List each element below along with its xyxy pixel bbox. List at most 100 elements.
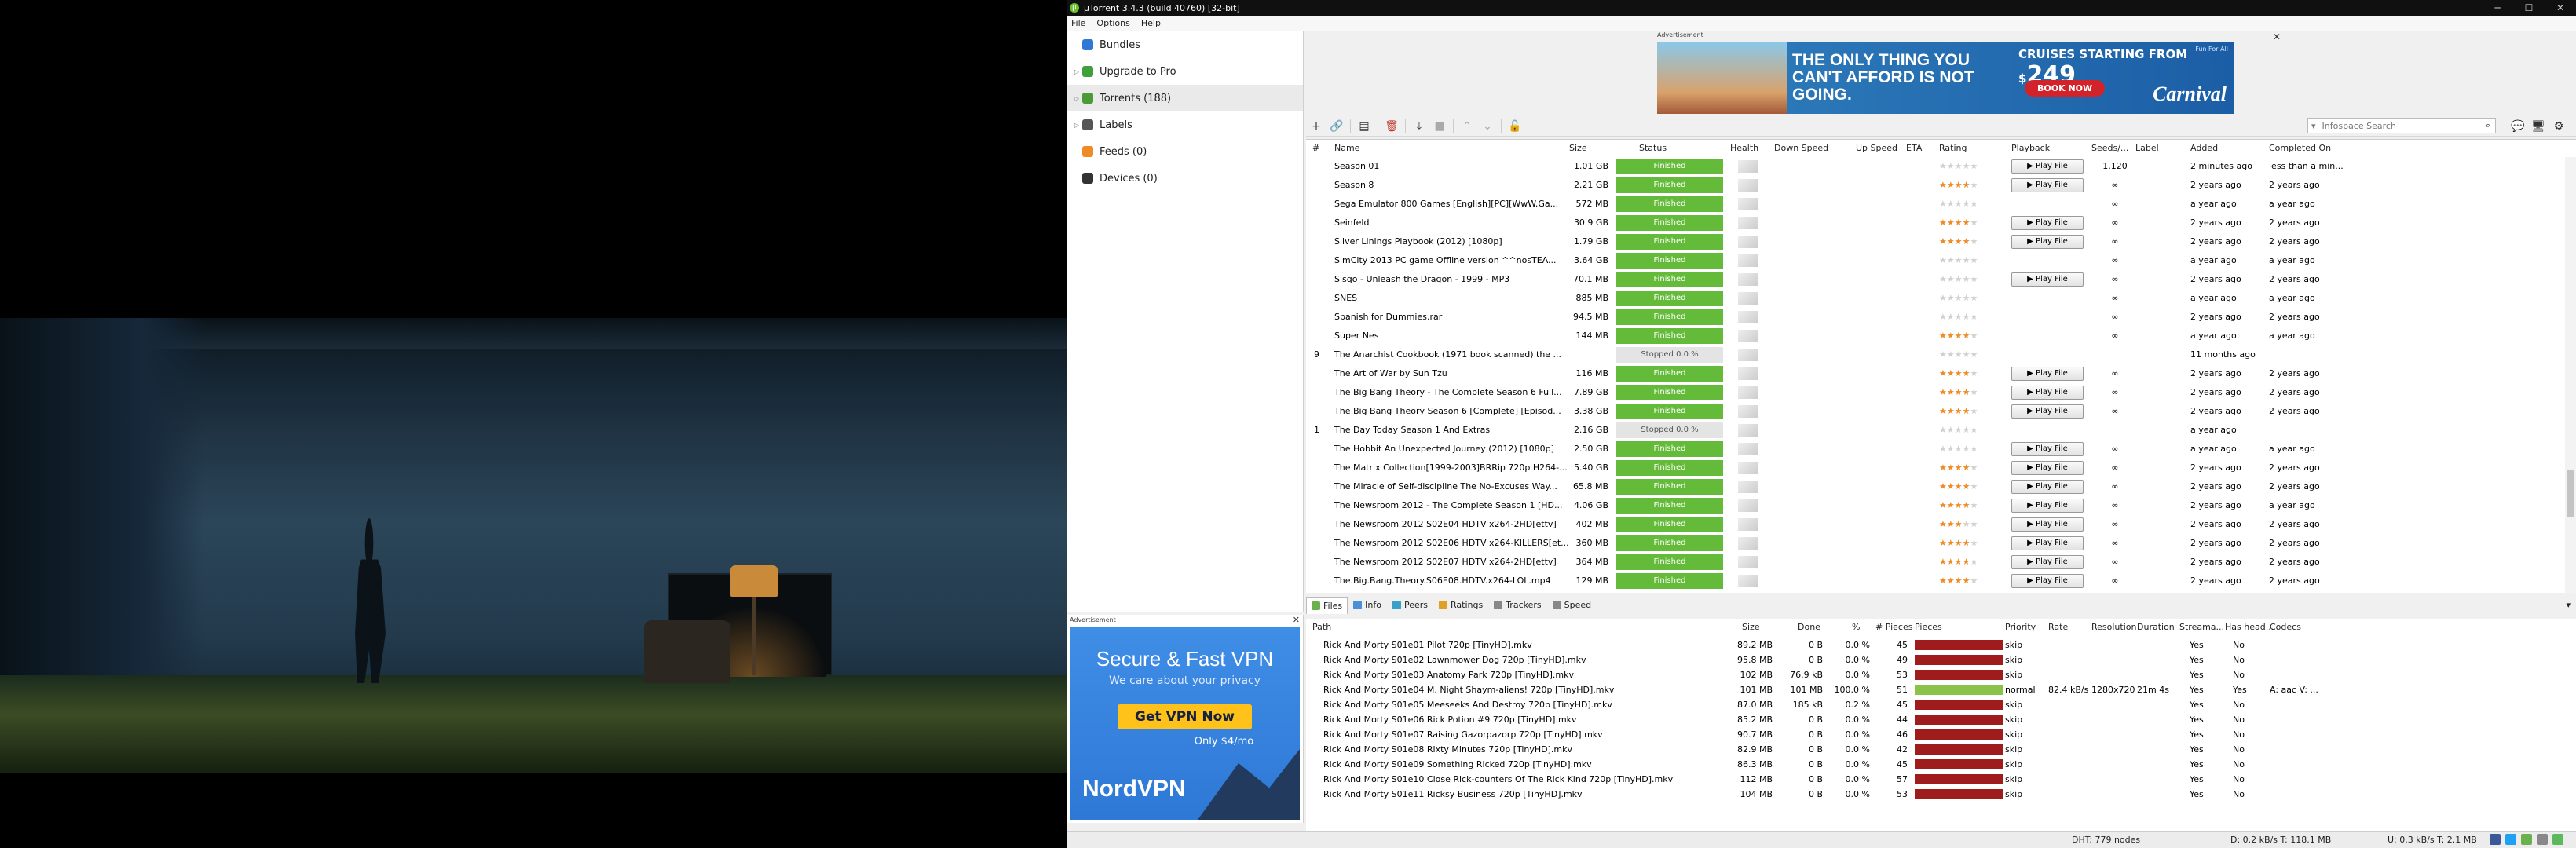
- star-icon[interactable]: ★: [1963, 331, 1970, 341]
- tab-trackers[interactable]: Trackers: [1488, 597, 1546, 614]
- rating-stars[interactable]: ★★★★★: [1939, 496, 1994, 515]
- rating-stars[interactable]: ★★★★★: [1939, 345, 1994, 364]
- star-icon[interactable]: ★: [1963, 180, 1970, 190]
- star-icon[interactable]: ★: [1955, 293, 1963, 303]
- sidebar-item-1[interactable]: ▷ Upgrade to Pro: [1067, 58, 1303, 85]
- star-icon[interactable]: ★: [1947, 161, 1955, 171]
- star-icon[interactable]: ★: [1963, 557, 1970, 567]
- minimize-icon[interactable]: ─: [2482, 2, 2513, 13]
- rating-stars[interactable]: ★★★★★: [1939, 553, 1994, 572]
- file-column-header[interactable]: # Pieces: [1875, 619, 1912, 636]
- rating-stars[interactable]: ★★★★★: [1939, 270, 1994, 289]
- star-icon[interactable]: ★: [1939, 349, 1947, 360]
- column-header[interactable]: Down Speed: [1774, 140, 1828, 157]
- star-icon[interactable]: ★: [1947, 406, 1955, 416]
- star-icon[interactable]: ★: [1970, 274, 1978, 284]
- star-icon[interactable]: ★: [1970, 576, 1978, 586]
- move-down-icon[interactable]: ⌄: [1477, 118, 1498, 135]
- star-icon[interactable]: ★: [1970, 519, 1978, 529]
- star-icon[interactable]: ★: [1939, 199, 1947, 209]
- star-icon[interactable]: ★: [1970, 312, 1978, 322]
- star-icon[interactable]: ★: [1970, 255, 1978, 265]
- play-file-button[interactable]: ▶ Play File: [2011, 272, 2084, 287]
- star-icon[interactable]: ★: [1947, 312, 1955, 322]
- play-file-button[interactable]: ▶ Play File: [2011, 555, 2084, 569]
- star-icon[interactable]: ★: [1963, 199, 1970, 209]
- star-icon[interactable]: ★: [1955, 255, 1963, 265]
- torrent-row[interactable]: SNES 885 MB Finished ★★★★★ ∞ a year ago a year…: [1306, 289, 2563, 308]
- rating-stars[interactable]: ★★★★★: [1939, 195, 1994, 214]
- search-icon[interactable]: ⌕: [2481, 120, 2495, 131]
- file-column-header[interactable]: Has head...: [2225, 619, 2274, 636]
- torrent-row[interactable]: The Newsroom 2012 - The Complete Season …: [1306, 496, 2563, 515]
- file-column-header[interactable]: Pieces: [1915, 619, 1942, 636]
- star-icon[interactable]: ★: [1970, 217, 1978, 228]
- sidebar-item-0[interactable]: Bundles: [1067, 31, 1303, 58]
- star-icon[interactable]: ★: [1955, 557, 1963, 567]
- tab-ratings[interactable]: Ratings: [1433, 597, 1488, 614]
- star-icon[interactable]: ★: [1955, 462, 1963, 473]
- star-icon[interactable]: ★: [1947, 481, 1955, 492]
- rating-stars[interactable]: ★★★★★: [1939, 214, 1994, 232]
- star-icon[interactable]: ★: [1939, 557, 1947, 567]
- star-icon[interactable]: ★: [1963, 293, 1970, 303]
- file-column-header[interactable]: Priority: [2005, 619, 2036, 636]
- file-row[interactable]: Rick And Morty S01e03 Anatomy Park 720p …: [1306, 667, 2563, 682]
- torrent-row[interactable]: The Big Bang Theory Season 6 [Complete] …: [1306, 402, 2563, 421]
- column-header[interactable]: Status: [1639, 140, 1667, 157]
- file-column-header[interactable]: Codecs: [2270, 619, 2301, 636]
- torrent-list-scrollbar[interactable]: [2565, 157, 2576, 593]
- star-icon[interactable]: ★: [1955, 538, 1963, 548]
- star-icon[interactable]: ★: [1947, 236, 1955, 247]
- star-icon[interactable]: ★: [1955, 161, 1963, 171]
- play-file-button[interactable]: ▶ Play File: [2011, 386, 2084, 400]
- stop-icon[interactable]: ■: [1429, 118, 1450, 135]
- column-header[interactable]: Added: [2190, 140, 2218, 157]
- add-link-icon[interactable]: 🔗: [1326, 118, 1347, 135]
- create-torrent-icon[interactable]: ▤: [1354, 118, 1374, 135]
- star-icon[interactable]: ★: [1939, 368, 1947, 378]
- file-column-header[interactable]: Resolution: [2091, 619, 2136, 636]
- star-icon[interactable]: ★: [1947, 349, 1955, 360]
- rating-stars[interactable]: ★★★★★: [1939, 289, 1994, 308]
- search-box[interactable]: ▾ ⌕: [2307, 118, 2496, 133]
- play-file-button[interactable]: ▶ Play File: [2011, 404, 2084, 419]
- remote-icon[interactable]: 🖥: [2528, 118, 2549, 135]
- torrent-row[interactable]: Sega Emulator 800 Games [English][PC][Ww…: [1306, 195, 2563, 214]
- star-icon[interactable]: ★: [1970, 293, 1978, 303]
- column-header[interactable]: Size: [1569, 140, 1587, 157]
- star-icon[interactable]: ★: [1963, 519, 1970, 529]
- torrent-row[interactable]: 1 The Day Today Season 1 And Extras 2.16 G…: [1306, 421, 2563, 440]
- star-icon[interactable]: ★: [1939, 161, 1947, 171]
- collapse-panel-icon[interactable]: ▾: [2560, 597, 2576, 614]
- rating-stars[interactable]: ★★★★★: [1939, 572, 1994, 590]
- rating-stars[interactable]: ★★★★★: [1939, 327, 1994, 345]
- video-player[interactable]: [0, 0, 1067, 848]
- star-icon[interactable]: ★: [1947, 538, 1955, 548]
- column-header[interactable]: Seeds/...: [2091, 140, 2128, 157]
- star-icon[interactable]: ★: [1970, 180, 1978, 190]
- file-column-header[interactable]: %: [1852, 619, 1860, 636]
- star-icon[interactable]: ★: [1947, 180, 1955, 190]
- star-icon[interactable]: ★: [1955, 425, 1963, 435]
- star-icon[interactable]: ★: [1963, 368, 1970, 378]
- status-warning-icon[interactable]: [2537, 834, 2548, 845]
- menu-options[interactable]: Options: [1096, 18, 1129, 28]
- star-icon[interactable]: ★: [1939, 538, 1947, 548]
- star-icon[interactable]: ★: [1947, 199, 1955, 209]
- torrent-row[interactable]: The Matrix Collection[1999-2003]BRRip 72…: [1306, 459, 2563, 477]
- torrent-row[interactable]: The Newsroom 2012 S02E04 HDTV x264-2HD[e…: [1306, 515, 2563, 534]
- star-icon[interactable]: ★: [1963, 500, 1970, 510]
- torrent-row[interactable]: The Miracle of Self-discipline The No-Ex…: [1306, 477, 2563, 496]
- star-icon[interactable]: ★: [1939, 236, 1947, 247]
- star-icon[interactable]: ★: [1970, 349, 1978, 360]
- star-icon[interactable]: ★: [1955, 576, 1963, 586]
- rating-stars[interactable]: ★★★★★: [1939, 251, 1994, 270]
- sidebar-item-3[interactable]: ▷ Labels: [1067, 111, 1303, 138]
- star-icon[interactable]: ★: [1970, 368, 1978, 378]
- star-icon[interactable]: ★: [1963, 161, 1970, 171]
- star-icon[interactable]: ★: [1970, 462, 1978, 473]
- tab-peers[interactable]: Peers: [1387, 597, 1433, 614]
- file-row[interactable]: Rick And Morty S01e04 M. Night Shaym-ali…: [1306, 682, 2563, 697]
- column-header[interactable]: Name: [1334, 140, 1359, 157]
